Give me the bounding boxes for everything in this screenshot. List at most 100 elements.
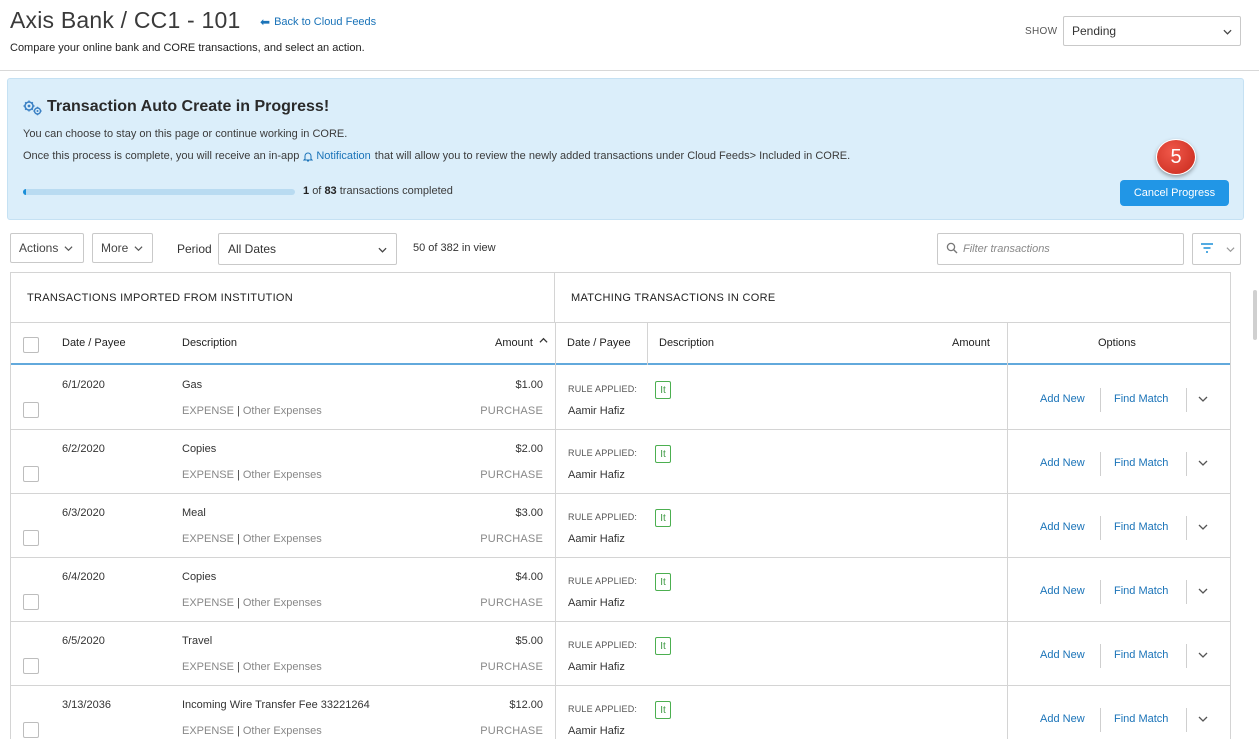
back-to-cloud-feeds-link[interactable]: ⬅ Back to Cloud Feeds bbox=[260, 15, 376, 29]
options-divider bbox=[1186, 580, 1187, 604]
row-category-type: EXPENSE bbox=[182, 405, 234, 417]
options-divider bbox=[1186, 452, 1187, 476]
options-divider bbox=[1100, 452, 1101, 476]
options-divider bbox=[1186, 516, 1187, 540]
row-amount: $5.00 bbox=[515, 635, 543, 647]
row-checkbox[interactable] bbox=[23, 594, 39, 610]
row-checkbox[interactable] bbox=[23, 530, 39, 546]
gears-icon bbox=[22, 99, 44, 117]
table-row: 6/2/2020 Copies $2.00 EXPENSE | Other Expe… bbox=[11, 430, 1230, 494]
row-subcategory: Other Expenses bbox=[242, 469, 322, 481]
row-payee: Gas bbox=[182, 379, 203, 391]
table-body: 6/1/2020 Gas $1.00 EXPENSE | Other Expense… bbox=[11, 366, 1230, 739]
find-match-link[interactable]: Find Match bbox=[1114, 713, 1168, 725]
chevron-down-icon[interactable] bbox=[1198, 586, 1210, 598]
col-date-payee[interactable]: Date / Payee bbox=[62, 337, 126, 349]
filter-options-dropdown[interactable] bbox=[1221, 233, 1241, 265]
progress-bar-fill bbox=[23, 189, 27, 195]
chevron-down-icon bbox=[64, 244, 73, 253]
period-label: Period bbox=[177, 242, 212, 256]
filter-placeholder: Filter transactions bbox=[963, 243, 1050, 255]
row-checkbox[interactable] bbox=[23, 402, 39, 418]
find-match-link[interactable]: Find Match bbox=[1114, 585, 1168, 597]
row-payee: Incoming Wire Transfer Fee 33221264 bbox=[182, 699, 370, 711]
row-amount: $4.00 bbox=[515, 571, 543, 583]
add-new-link[interactable]: Add New bbox=[1040, 649, 1085, 661]
actions-dropdown[interactable]: Actions bbox=[10, 233, 84, 263]
add-new-link[interactable]: Add New bbox=[1040, 393, 1085, 405]
col-core-date-payee[interactable]: Date / Payee bbox=[567, 337, 631, 349]
row-subcategory: Other Expenses bbox=[242, 597, 322, 609]
row-transaction-type: PURCHASE bbox=[480, 469, 543, 481]
row-transaction-type: PURCHASE bbox=[480, 405, 543, 417]
add-new-link[interactable]: Add New bbox=[1040, 713, 1085, 725]
rule-tag-badge[interactable]: It bbox=[655, 509, 671, 527]
category-separator: | bbox=[236, 405, 240, 417]
filter-transactions-input[interactable]: Filter transactions bbox=[937, 233, 1184, 265]
options-divider bbox=[1186, 644, 1187, 668]
col-core-description[interactable]: Description bbox=[659, 337, 714, 349]
show-select-value: Pending bbox=[1072, 24, 1117, 38]
add-new-link[interactable]: Add New bbox=[1040, 585, 1085, 597]
find-match-link[interactable]: Find Match bbox=[1114, 457, 1168, 469]
col-core-amount[interactable]: Amount bbox=[952, 337, 990, 349]
find-match-link[interactable]: Find Match bbox=[1114, 521, 1168, 533]
options-divider bbox=[1186, 708, 1187, 732]
find-match-link[interactable]: Find Match bbox=[1114, 649, 1168, 661]
table-row: 6/1/2020 Gas $1.00 EXPENSE | Other Expense… bbox=[11, 366, 1230, 430]
row-checkbox[interactable] bbox=[23, 658, 39, 674]
chevron-down-icon[interactable] bbox=[1198, 714, 1210, 726]
col-amount[interactable]: Amount bbox=[495, 337, 533, 349]
progress-done: 1 bbox=[303, 185, 310, 197]
more-dropdown[interactable]: More bbox=[92, 233, 153, 263]
rule-tag-badge[interactable]: It bbox=[655, 445, 671, 463]
rule-tag-badge[interactable]: It bbox=[655, 637, 671, 655]
row-matched-payee: Aamir Hafiz bbox=[568, 725, 625, 737]
find-match-link[interactable]: Find Match bbox=[1114, 393, 1168, 405]
chevron-down-icon[interactable] bbox=[1198, 394, 1210, 406]
cancel-progress-button[interactable]: Cancel Progress bbox=[1120, 180, 1229, 206]
notification-link[interactable]: Notification bbox=[316, 150, 370, 162]
row-transaction-type: PURCHASE bbox=[480, 725, 543, 737]
col-options: Options bbox=[1098, 337, 1136, 349]
add-new-link[interactable]: Add New bbox=[1040, 457, 1085, 469]
progress-total: 83 bbox=[324, 185, 337, 197]
row-date: 6/4/2020 bbox=[62, 571, 105, 583]
select-all-checkbox[interactable] bbox=[23, 337, 39, 353]
row-category: EXPENSE | Other Expenses bbox=[182, 533, 322, 545]
filter-button[interactable] bbox=[1192, 233, 1222, 265]
row-subcategory: Other Expenses bbox=[242, 725, 322, 737]
row-checkbox[interactable] bbox=[23, 722, 39, 738]
add-new-link[interactable]: Add New bbox=[1040, 521, 1085, 533]
category-separator: | bbox=[236, 725, 240, 737]
actions-label: Actions bbox=[19, 241, 59, 255]
rule-tag-badge[interactable]: It bbox=[655, 573, 671, 591]
row-payee: Travel bbox=[182, 635, 213, 647]
row-category: EXPENSE | Other Expenses bbox=[182, 661, 322, 673]
col-description[interactable]: Description bbox=[182, 337, 237, 349]
row-transaction-type: PURCHASE bbox=[480, 597, 543, 609]
chevron-down-icon[interactable] bbox=[1198, 522, 1210, 534]
row-checkbox[interactable] bbox=[23, 466, 39, 482]
progress-suffix: transactions completed bbox=[339, 185, 453, 197]
page-scrollbar[interactable] bbox=[1253, 290, 1257, 340]
rule-tag-badge[interactable]: It bbox=[655, 381, 671, 399]
period-select[interactable]: All Dates bbox=[218, 233, 397, 265]
chevron-down-icon bbox=[1223, 27, 1232, 36]
banner-line2: Once this process is complete, you will … bbox=[23, 150, 850, 162]
sort-ascending-icon[interactable] bbox=[539, 336, 548, 348]
options-divider bbox=[1186, 388, 1187, 412]
rule-applied-label: RULE APPLIED: bbox=[568, 640, 638, 650]
show-select[interactable]: Pending bbox=[1063, 16, 1241, 46]
chevron-down-icon[interactable] bbox=[1198, 650, 1210, 662]
chevron-down-icon[interactable] bbox=[1198, 458, 1210, 470]
chevron-down-icon bbox=[378, 245, 387, 254]
table-row: 6/3/2020 Meal $3.00 EXPENSE | Other Expens… bbox=[11, 494, 1230, 558]
matching-section-header: MATCHING TRANSACTIONS IN CORE bbox=[571, 291, 776, 304]
header-divider bbox=[0, 70, 1259, 71]
banner-line1: You can choose to stay on this page or c… bbox=[23, 128, 348, 140]
rule-applied-label: RULE APPLIED: bbox=[568, 448, 638, 458]
rule-tag-badge[interactable]: It bbox=[655, 701, 671, 719]
progress-bar bbox=[23, 189, 295, 195]
bell-icon bbox=[303, 151, 314, 162]
